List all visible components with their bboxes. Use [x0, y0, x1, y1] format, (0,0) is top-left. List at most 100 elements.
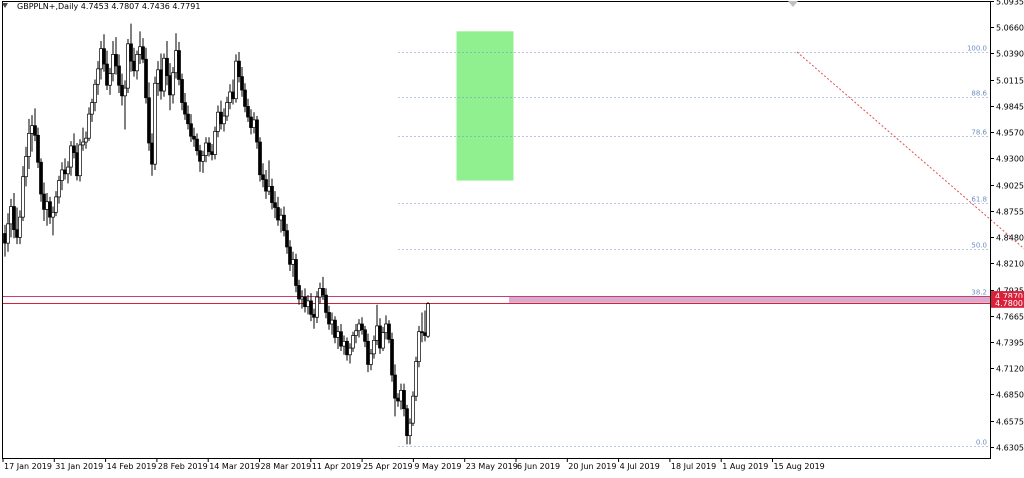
- candle: [229, 84, 232, 109]
- fib-level-label: 78.6: [971, 129, 987, 137]
- candle-body-bull: [91, 103, 94, 115]
- candle: [241, 67, 244, 97]
- candle-body-bull: [382, 333, 385, 348]
- candle: [289, 240, 292, 271]
- candle-body-bear: [274, 203, 277, 208]
- price-tick-label: 4.8480: [996, 234, 1024, 243]
- candle: [226, 97, 229, 121]
- highlight-zone: [457, 31, 514, 180]
- price-tick-label: 4.6575: [996, 418, 1024, 427]
- candle: [139, 31, 142, 64]
- candle-body-bull: [112, 54, 115, 73]
- symbol-info: GBPPLN+,Daily 4.7453 4.7807 4.7436 4.779…: [14, 2, 200, 11]
- candle: [100, 41, 103, 80]
- candle: [178, 42, 181, 85]
- candle-body-bear: [208, 143, 211, 152]
- candle-body-bear: [247, 106, 250, 117]
- price-tick-label: 4.7665: [996, 313, 1024, 322]
- candle: [166, 41, 169, 85]
- price-tick-label: 4.6850: [996, 391, 1024, 400]
- candle-body-bear: [259, 142, 262, 175]
- candle-body-bear: [34, 126, 37, 136]
- candlestick-chart[interactable]: 100.088.678.661.850.038.20.0 5.09355.066…: [0, 0, 1024, 474]
- candle-body-bull: [268, 186, 271, 191]
- candle-body-bear: [13, 207, 16, 230]
- price-tick-label: 4.9570: [996, 129, 1024, 138]
- price-tick-label: 4.9025: [996, 182, 1024, 191]
- candle: [301, 290, 304, 308]
- candle: [79, 139, 82, 181]
- candle-body-bull: [163, 58, 166, 91]
- candle-body-bear: [403, 390, 406, 408]
- candle-body-bear: [220, 112, 223, 124]
- candle-body-bear: [304, 297, 307, 307]
- candle-body-bull: [25, 156, 28, 176]
- date-tick-label: 23 May 2019: [466, 462, 518, 471]
- date-tick-label: 4 Jul 2019: [620, 462, 660, 471]
- trendline: [797, 52, 1024, 444]
- candle: [172, 67, 175, 104]
- candle-body-bear: [4, 233, 7, 243]
- candle: [292, 252, 295, 277]
- candle: [133, 48, 136, 77]
- candle-body-bull: [7, 224, 10, 243]
- date-tick-label: 20 Jun 2019: [568, 462, 616, 471]
- date-tick-label: 28 Mar 2019: [261, 462, 312, 471]
- candle-body-bear: [184, 103, 187, 115]
- candle: [232, 79, 235, 104]
- price-tick-label: 4.7395: [996, 339, 1024, 348]
- candle-body-bull: [235, 61, 238, 99]
- candle-body-bear: [199, 151, 202, 162]
- candle: [22, 166, 25, 221]
- candle: [4, 225, 7, 257]
- candle-body-bull: [415, 362, 418, 397]
- candle: [397, 393, 400, 406]
- scroll-marker-icon[interactable]: [788, 1, 798, 7]
- candle-body-bull: [127, 44, 130, 88]
- candle: [193, 128, 196, 147]
- candle: [385, 315, 388, 339]
- fib-level-label: 38.2: [971, 289, 987, 297]
- candle: [238, 52, 241, 82]
- candle: [337, 326, 340, 349]
- candle: [379, 318, 382, 354]
- candle: [406, 405, 409, 444]
- candle: [394, 364, 397, 416]
- candle-body-bull: [94, 84, 97, 102]
- candle-body-bear: [334, 320, 337, 337]
- candle: [307, 295, 310, 314]
- candle: [40, 158, 43, 201]
- candle: [106, 51, 109, 90]
- candle-body-bear: [193, 136, 196, 139]
- candle-body-bear: [322, 288, 325, 295]
- date-tick-label: 17 Jan 2019: [4, 462, 52, 471]
- date-tick-label: 31 Jan 2019: [55, 462, 103, 471]
- candle-body-bull: [217, 112, 220, 131]
- candle: [208, 137, 211, 156]
- candle: [325, 288, 328, 318]
- candle: [373, 336, 376, 359]
- candle-body-bear: [286, 231, 289, 247]
- candle-body-bear: [166, 58, 169, 75]
- candle: [25, 147, 28, 186]
- candle-body-bear: [361, 324, 364, 330]
- candle-body-bear: [367, 341, 370, 364]
- candle-body-bear: [49, 202, 52, 217]
- price-tick-label: 4.8755: [996, 208, 1024, 217]
- candle: [202, 151, 205, 173]
- candle: [64, 158, 67, 179]
- chart-area[interactable]: 100.088.678.661.850.038.20.0 5.09355.066…: [0, 0, 1024, 474]
- candle-body-bull: [319, 288, 322, 297]
- candle-body-bear: [151, 143, 154, 164]
- candles-layer: [4, 24, 430, 445]
- candle: [352, 332, 355, 352]
- candle: [418, 326, 421, 367]
- candle-body-bull: [307, 301, 310, 307]
- date-tick-label: 14 Mar 2019: [209, 462, 260, 471]
- candle-body-bull: [214, 131, 217, 154]
- candle-body-bull: [124, 88, 127, 96]
- candle: [49, 197, 52, 224]
- candle-body-bear: [313, 314, 316, 317]
- candle: [148, 82, 151, 150]
- fib-level-label: 61.8: [971, 196, 987, 204]
